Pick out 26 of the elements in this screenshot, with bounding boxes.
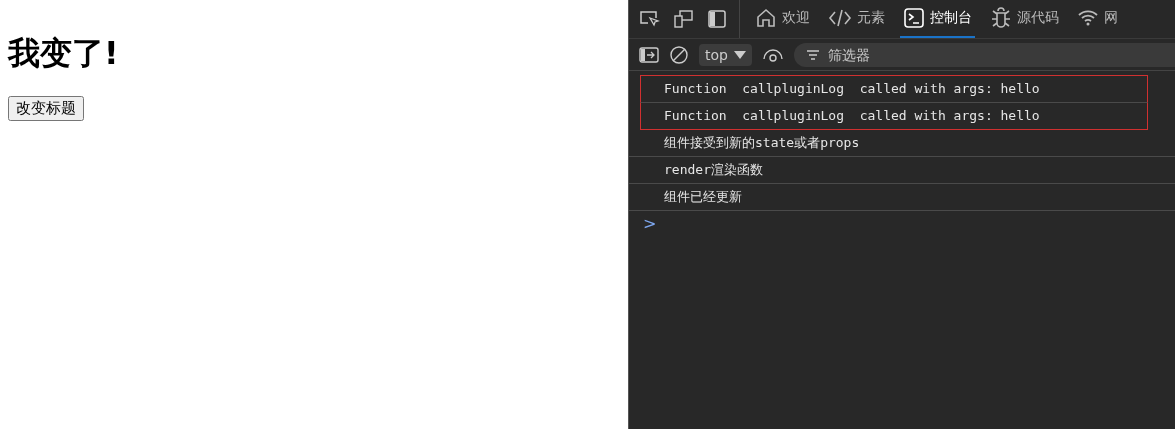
console-message: 组件接受到新的state或者props: [629, 130, 1175, 157]
console-message: 组件已经更新: [629, 184, 1175, 211]
console-icon: [903, 6, 925, 29]
eye-icon[interactable]: [761, 46, 784, 63]
clear-icon[interactable]: [669, 44, 689, 65]
devtools-tab[interactable]: 网: [1074, 0, 1121, 38]
prompt-chevron[interactable]: >: [629, 211, 653, 237]
devtools-tab[interactable]: 欢迎: [752, 0, 813, 38]
change-title-button[interactable]: 改变标题: [8, 96, 84, 121]
sidebar-toggle-icon[interactable]: [639, 45, 659, 64]
console-message: Function callpluginLog called with args: hello: [640, 103, 1148, 130]
context-dropdown[interactable]: top: [699, 43, 752, 66]
filter-icon: [805, 48, 820, 61]
page-heading: 我变了!: [8, 33, 120, 74]
home-icon: [755, 6, 777, 29]
devtools-tab[interactable]: 源代码: [987, 0, 1062, 38]
filter-field[interactable]: 筛选器: [793, 42, 1175, 67]
devtools-tab[interactable]: 控制台: [900, 0, 975, 38]
bug-icon: [990, 6, 1012, 29]
devtools-tab[interactable]: 元素: [825, 0, 888, 38]
caret-icon: [733, 49, 746, 60]
inspect-icon[interactable]: [639, 9, 661, 29]
console-message: render渲染函数: [629, 157, 1175, 184]
console-message: Function callpluginLog called with args: hello: [640, 75, 1148, 103]
dock-icon[interactable]: [707, 9, 727, 29]
device-icon[interactable]: [673, 9, 695, 29]
